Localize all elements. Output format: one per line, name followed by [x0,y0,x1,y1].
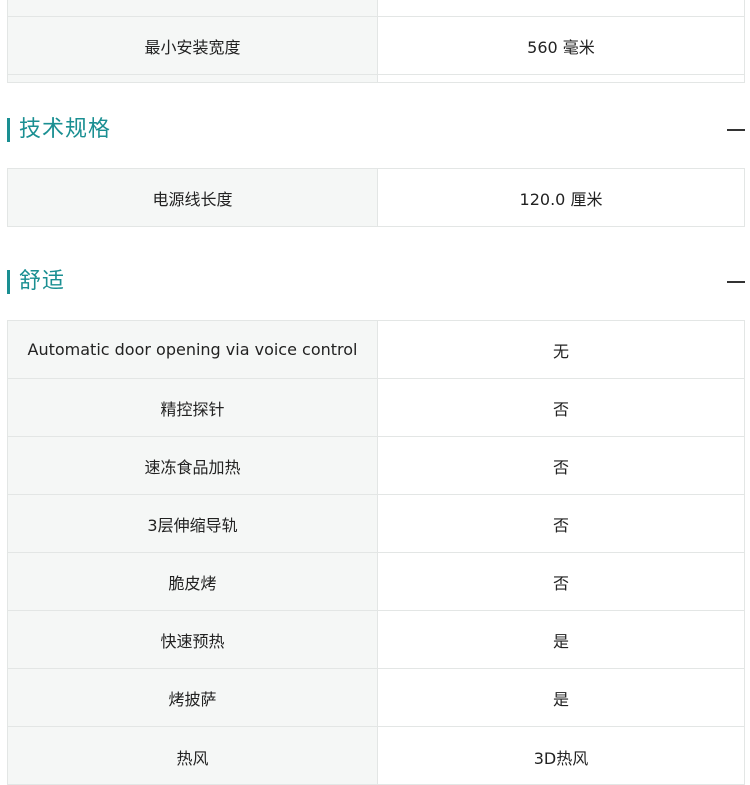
table-row: 脆皮烤 否 [7,552,745,611]
spec-key: Automatic door opening via voice control [7,320,378,379]
spec-value: 是 [377,610,745,669]
spec-value: 否 [377,494,745,553]
spec-value: 是 [377,668,745,727]
collapse-icon[interactable] [727,129,745,131]
spec-key [7,74,378,83]
table-row: 热风 3D热风 [7,726,745,785]
table-row: Automatic door opening via voice control… [7,320,745,379]
table-row: 速冻食品加热 否 [7,436,745,495]
spec-key: 电源线长度 [7,168,378,227]
dimensions-table: 最小安装宽度 560 毫米 [7,0,745,83]
comfort-table: Automatic door opening via voice control… [7,320,745,785]
spec-value: 3D热风 [377,726,745,785]
table-row: 快速预热 是 [7,610,745,669]
spec-value: 560 毫米 [377,16,745,75]
section-header-tech-specs[interactable]: 技术规格 [7,110,745,150]
table-row [7,74,745,83]
section-accent-bar [7,270,10,294]
spec-key: 速冻食品加热 [7,436,378,495]
table-row: 精控探针 否 [7,378,745,437]
table-row: 电源线长度 120.0 厘米 [7,168,745,227]
spec-key: 最小安装宽度 [7,16,378,75]
table-row: 最小安装宽度 560 毫米 [7,16,745,75]
spec-value [377,74,745,83]
spec-value: 否 [377,552,745,611]
tech-specs-table: 电源线长度 120.0 厘米 [7,168,745,227]
spec-value [377,0,745,17]
section-title: 技术规格 [19,117,112,142]
spec-key: 3层伸缩导轨 [7,494,378,553]
spec-key: 快速预热 [7,610,378,669]
table-row [7,0,745,17]
spec-value: 无 [377,320,745,379]
table-row: 烤披萨 是 [7,668,745,727]
spec-value: 否 [377,378,745,437]
spec-key [7,0,378,17]
section-accent-bar [7,118,10,142]
spec-key: 脆皮烤 [7,552,378,611]
table-row: 3层伸缩导轨 否 [7,494,745,553]
spec-key: 烤披萨 [7,668,378,727]
spec-key: 精控探针 [7,378,378,437]
collapse-icon[interactable] [727,281,745,283]
spec-value: 否 [377,436,745,495]
spec-key: 热风 [7,726,378,785]
spec-value: 120.0 厘米 [377,168,745,227]
section-header-comfort[interactable]: 舒适 [7,262,745,302]
section-title: 舒适 [19,269,66,294]
